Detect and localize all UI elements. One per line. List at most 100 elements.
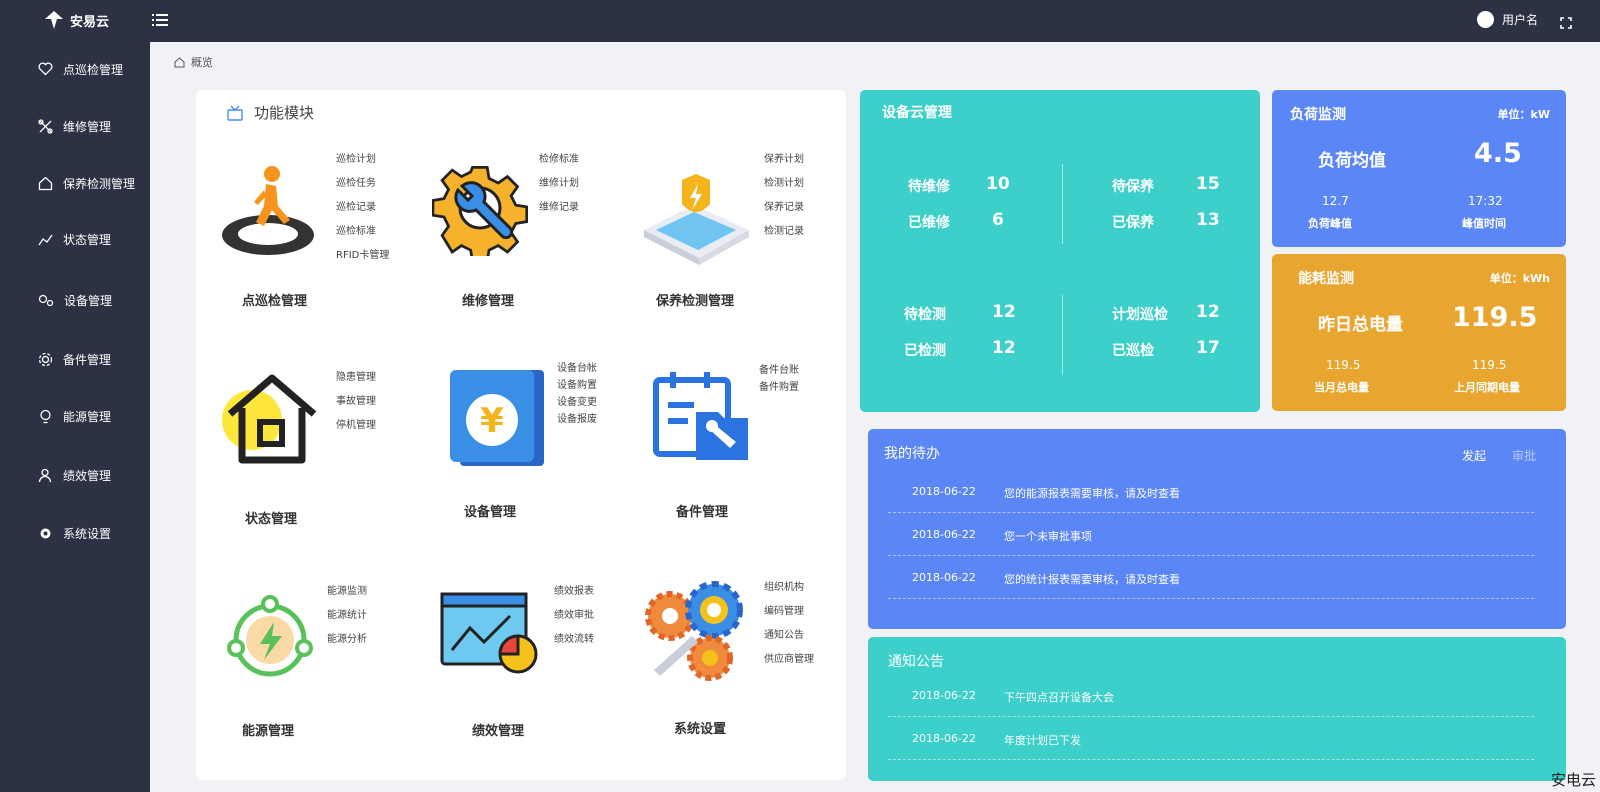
username: 用户名 bbox=[1501, 13, 1538, 27]
module-link[interactable]: 保养计划 bbox=[764, 148, 804, 172]
module-name[interactable]: 系统设置 bbox=[674, 718, 726, 737]
stat-value[interactable]: 12 bbox=[992, 338, 1016, 358]
tab-initiate[interactable]: 发起 bbox=[1462, 447, 1486, 464]
fullscreen-button[interactable] bbox=[1560, 14, 1572, 33]
stat-value[interactable]: 13 bbox=[1196, 210, 1220, 230]
sidebar-item-label: 保养检测管理 bbox=[63, 176, 136, 191]
month-label: 当月总电量 bbox=[1314, 381, 1369, 394]
sidebar-item-status[interactable]: 状态管理 bbox=[38, 227, 111, 251]
clipboard-tools-icon bbox=[653, 372, 748, 460]
user-menu[interactable]: 用户名 bbox=[1476, 11, 1538, 28]
settings-icon bbox=[40, 528, 51, 538]
stat-value[interactable]: 15 bbox=[1196, 174, 1220, 194]
brand-logo[interactable]: 安易云 bbox=[44, 10, 109, 30]
module-link[interactable]: 设备变更 bbox=[557, 394, 597, 411]
notice-row[interactable]: 2018-06-22 下午四点召开设备大会 bbox=[888, 675, 1534, 717]
last-value: 119.5 bbox=[1472, 358, 1507, 372]
module-name[interactable]: 维修管理 bbox=[462, 290, 514, 309]
module-settings-icon[interactable] bbox=[644, 576, 754, 690]
module-link[interactable]: 绩效审批 bbox=[554, 604, 594, 628]
module-repair-links: 检修标准 维修计划 维修记录 bbox=[539, 148, 579, 220]
stat-value[interactable]: 10 bbox=[986, 174, 1010, 194]
module-spare-icon[interactable] bbox=[652, 372, 752, 466]
module-status-links: 隐患管理 事故管理 停机管理 bbox=[336, 366, 376, 438]
module-status-icon[interactable] bbox=[222, 372, 322, 471]
module-link[interactable]: 巡检计划 bbox=[336, 148, 389, 172]
module-link[interactable]: 巡检任务 bbox=[336, 172, 389, 196]
stat-value[interactable]: 12 bbox=[992, 302, 1016, 322]
sidebar-item-repair[interactable]: 维修管理 bbox=[38, 114, 111, 138]
module-link[interactable]: 供应商管理 bbox=[764, 648, 814, 672]
module-name[interactable]: 备件管理 bbox=[676, 501, 728, 520]
sidebar-item-performance[interactable]: 绩效管理 bbox=[38, 463, 111, 487]
module-name[interactable]: 点巡检管理 bbox=[242, 290, 307, 309]
module-link[interactable]: 通知公告 bbox=[764, 624, 814, 648]
menu-toggle-button[interactable] bbox=[152, 12, 168, 31]
notice-row[interactable]: 2018-06-22 年度计划已下发 bbox=[888, 718, 1534, 760]
module-link[interactable]: 维修计划 bbox=[539, 172, 579, 196]
module-name[interactable]: 设备管理 bbox=[464, 501, 516, 520]
breadcrumb: 概览 bbox=[174, 54, 213, 70]
sidebar-item-maintenance[interactable]: 保养检测管理 bbox=[38, 171, 135, 195]
module-inspection-icon[interactable] bbox=[220, 160, 320, 264]
module-spare-links: 备件台账 备件购置 bbox=[759, 362, 799, 396]
module-link[interactable]: 组织机构 bbox=[764, 576, 814, 600]
shield-tablet-icon bbox=[644, 174, 749, 265]
module-performance-icon[interactable] bbox=[440, 592, 540, 686]
sidebar-item-device[interactable]: 设备管理 bbox=[38, 288, 112, 312]
peak-time-value: 17:32 bbox=[1468, 194, 1503, 208]
module-name[interactable]: 能源管理 bbox=[242, 720, 294, 739]
notice-text: 年度计划已下发 bbox=[1004, 734, 1081, 747]
module-link[interactable]: 能源分析 bbox=[327, 628, 367, 652]
top-bar: 安易云 用户名 bbox=[0, 0, 1600, 42]
module-link[interactable]: 检测记录 bbox=[764, 220, 804, 244]
module-energy-links: 能源监测 能源统计 能源分析 bbox=[327, 580, 367, 652]
module-link[interactable]: 设备购置 bbox=[557, 377, 597, 394]
module-maintenance-icon[interactable] bbox=[634, 170, 754, 274]
module-link[interactable]: 备件台账 bbox=[759, 362, 799, 379]
module-repair-icon[interactable] bbox=[431, 160, 529, 263]
module-link[interactable]: 检测计划 bbox=[764, 172, 804, 196]
module-device-icon[interactable]: ¥ bbox=[450, 370, 546, 474]
module-link[interactable]: 设备报废 bbox=[557, 411, 597, 428]
tv-icon bbox=[227, 105, 243, 121]
module-energy-icon[interactable] bbox=[222, 592, 318, 692]
module-name[interactable]: 保养检测管理 bbox=[656, 290, 734, 309]
module-link[interactable]: 检修标准 bbox=[539, 148, 579, 172]
stat-value[interactable]: 12 bbox=[1196, 302, 1220, 322]
todo-row[interactable]: 2018-06-22 您的统计报表需要审核，请及时查看 bbox=[888, 557, 1534, 599]
peak-time-label: 峰值时间 bbox=[1462, 217, 1506, 230]
module-link[interactable]: 维修记录 bbox=[539, 196, 579, 220]
module-link[interactable]: 设备台帐 bbox=[557, 360, 597, 377]
module-link[interactable]: 事故管理 bbox=[336, 390, 376, 414]
peak-label: 负荷峰值 bbox=[1308, 217, 1352, 230]
module-link[interactable]: 巡检标准 bbox=[336, 220, 389, 244]
bulb-icon bbox=[40, 409, 51, 423]
sidebar-item-energy[interactable]: 能源管理 bbox=[38, 404, 111, 428]
module-name[interactable]: 绩效管理 bbox=[472, 720, 524, 739]
module-link[interactable]: 编码管理 bbox=[764, 600, 814, 624]
todo-row[interactable]: 2018-06-22 您的能源报表需要审核，请及时查看 bbox=[888, 471, 1534, 513]
module-link[interactable]: 绩效报表 bbox=[554, 580, 594, 604]
module-link[interactable]: 巡检记录 bbox=[336, 196, 389, 220]
breadcrumb-item[interactable]: 概览 bbox=[191, 54, 213, 70]
module-name[interactable]: 状态管理 bbox=[245, 508, 297, 527]
module-link[interactable]: 能源统计 bbox=[327, 604, 367, 628]
sidebar-item-settings[interactable]: 系统设置 bbox=[38, 521, 111, 545]
tab-approve[interactable]: 审批 bbox=[1512, 447, 1536, 464]
sidebar-item-spare[interactable]: 备件管理 bbox=[38, 347, 111, 371]
sidebar-item-inspection[interactable]: 点巡检管理 bbox=[38, 57, 123, 81]
todo-row[interactable]: 2018-06-22 您一个未审批事项 bbox=[888, 514, 1534, 556]
module-link[interactable]: 绩效流转 bbox=[554, 628, 594, 652]
module-link[interactable]: 隐患管理 bbox=[336, 366, 376, 390]
module-link[interactable]: RFID卡管理 bbox=[336, 244, 389, 268]
stat-value[interactable]: 17 bbox=[1196, 338, 1220, 358]
stat-value[interactable]: 6 bbox=[992, 210, 1004, 230]
module-link[interactable]: 保养记录 bbox=[764, 196, 804, 220]
module-link[interactable]: 能源监测 bbox=[327, 580, 367, 604]
todo-text: 您的统计报表需要审核，请及时查看 bbox=[1004, 573, 1180, 586]
module-link[interactable]: 停机管理 bbox=[336, 414, 376, 438]
module-link[interactable]: 备件购置 bbox=[759, 379, 799, 396]
month-value: 119.5 bbox=[1326, 358, 1361, 372]
home-icon bbox=[38, 176, 53, 190]
